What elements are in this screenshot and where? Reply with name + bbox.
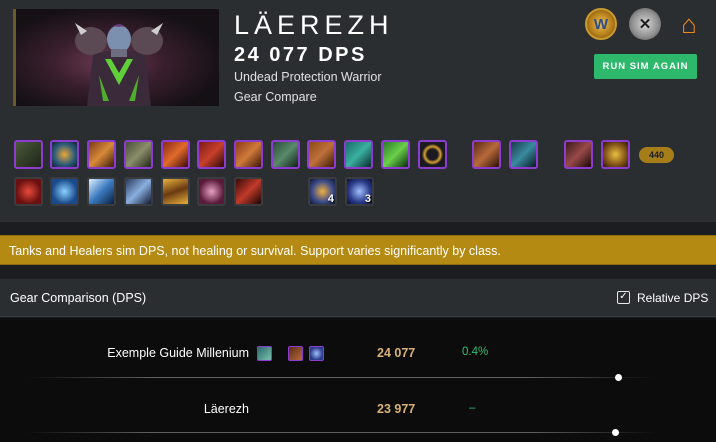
run-sim-again-button[interactable]: RUN SIM AGAIN [594,54,697,79]
gear-slot-helm[interactable] [14,140,43,169]
talent-icon[interactable] [14,177,43,206]
gear-slot-legs[interactable] [307,140,336,169]
comparison-row-diff: 0.4% [462,346,489,358]
talent-icon[interactable] [234,177,263,206]
gear-slot-weapon[interactable] [564,140,593,169]
wow-armory-icon[interactable]: W [585,8,617,40]
comparison-row-name: Exemple Guide Millenium [107,346,249,360]
character-spec: Undead Protection Warrior [234,70,382,84]
gear-slot-chest[interactable] [161,140,190,169]
gear-slot-gloves[interactable] [234,140,263,169]
comparison-row-dps: 23 977 [377,402,416,416]
gear-slot-boots[interactable] [344,140,373,169]
comparison-row-name: Läerezh [203,402,249,416]
comparison-row-marker [612,429,619,436]
comparison-row-marker [615,374,622,381]
gear-comparison-panel: Gear Comparison (DPS) ✓ Relative DPS Exe… [0,279,716,442]
comparison-row-dps: 24 077 [377,346,416,360]
talent-icon[interactable] [50,177,79,206]
gear-slot-trinket-2[interactable] [509,140,538,169]
item-level-badge: 440 [639,147,674,163]
gear-slot-shoulders[interactable] [87,140,116,169]
gear-comparison-title: Gear Comparison (DPS) [10,291,147,305]
gear-comparison-chart: Exemple Guide Millenium 24 077 0.4% Läer… [0,318,716,442]
talent-icon[interactable] [87,177,116,206]
stack-count: 4 [327,193,334,205]
gear-comparison-header: Gear Comparison (DPS) ✓ Relative DPS [0,279,716,317]
talent-icon[interactable] [197,177,226,206]
gear-slot-wrist[interactable] [197,140,226,169]
stack-count: 3 [364,193,371,205]
talent-icon[interactable] [124,177,153,206]
character-portrait [13,9,219,106]
home-icon[interactable]: ⌂ [673,8,705,40]
gear-slot-amulet[interactable] [50,140,79,169]
changed-item-icon[interactable] [288,346,303,361]
relative-dps-checkbox[interactable]: ✓ [617,291,630,304]
character-dps: 24 077 DPS [234,44,367,66]
gear-slot-belt[interactable] [271,140,300,169]
gear-slot-cloak[interactable] [124,140,153,169]
gear-slot-ring-2[interactable] [418,140,447,169]
comparison-row-bar [26,432,656,433]
gear-slot-trinket-1[interactable] [472,140,501,169]
character-header: LÄEREZH 24 077 DPS Undead Protection War… [0,0,716,222]
tank-healer-warning: Tanks and Healers sim DPS, not healing o… [0,235,716,265]
character-model-image [75,23,163,106]
changed-item-icon[interactable] [257,346,272,361]
consumable-icon[interactable]: 4 [308,177,337,206]
talent-icon[interactable] [161,177,190,206]
comparison-row-bar [26,377,656,378]
sim-mode-label: Gear Compare [234,90,317,104]
comparison-row-diff: – [469,402,476,414]
relative-dps-label[interactable]: Relative DPS [637,291,708,305]
gear-slot-shield[interactable] [601,140,630,169]
consumable-icon[interactable]: 3 [345,177,374,206]
raider-io-icon[interactable]: ✕ [629,8,661,40]
warning-text: Tanks and Healers sim DPS, not healing o… [9,244,501,258]
character-name: LÄEREZH [234,10,394,40]
changed-item-icon[interactable] [309,346,324,361]
gear-slot-ring-1[interactable] [381,140,410,169]
